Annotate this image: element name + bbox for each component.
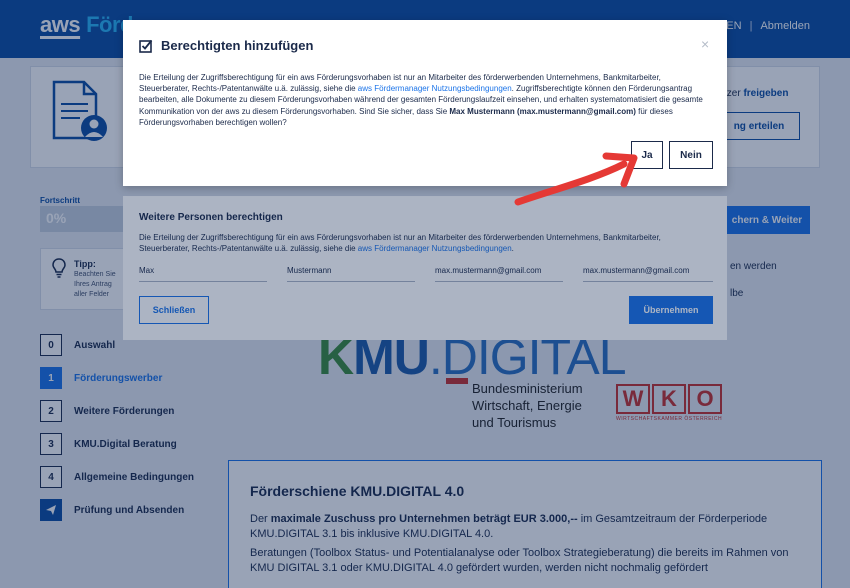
dialog-title-row: Berechtigten hinzufügen	[139, 38, 313, 53]
person-name-email: Max Mustermann (max.mustermann@gmail.com…	[449, 106, 636, 116]
checkbox-edit-icon	[139, 39, 153, 53]
dialog-title: Berechtigten hinzufügen	[161, 38, 314, 53]
terms-of-use-link[interactable]: aws Fördermanager Nutzungsbedingungen	[358, 84, 512, 93]
annotation-arrow-icon	[514, 152, 638, 206]
no-button[interactable]: Nein	[669, 141, 713, 169]
dialog-dim-layer	[123, 196, 727, 340]
dialog-body-text: Die Erteilung der Zugriffsberechtigung f…	[139, 72, 713, 128]
close-icon[interactable]: ×	[701, 36, 709, 52]
